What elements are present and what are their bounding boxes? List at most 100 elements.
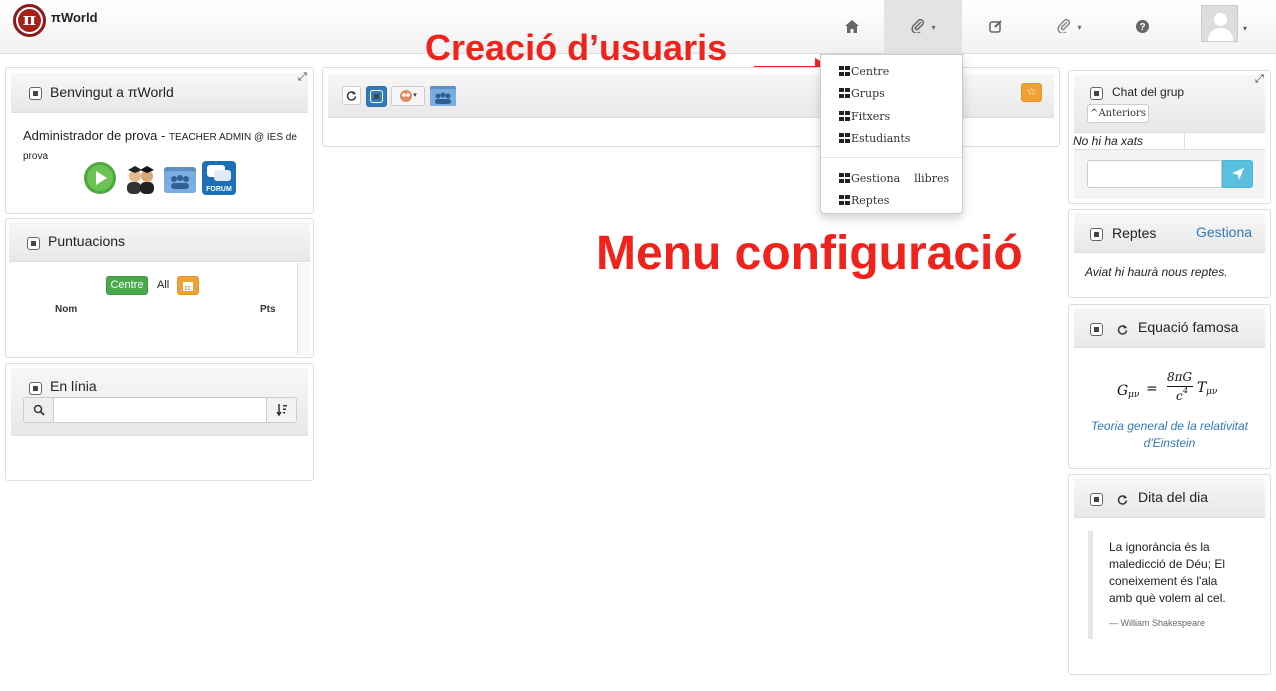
filter-all-link[interactable]: All: [157, 279, 169, 291]
edit-icon: [989, 17, 1003, 34]
panel-title: Equació famosa: [1138, 319, 1239, 335]
pi-logo-letter: π: [18, 9, 41, 32]
play-icon[interactable]: [83, 161, 117, 195]
chat-panel-header: Chat del grup ^Anteriors: [1074, 75, 1265, 133]
manage-challenges-link[interactable]: Gestiona: [1196, 224, 1252, 240]
pi-logo[interactable]: π: [13, 4, 46, 37]
collapse-icon[interactable]: [1090, 87, 1103, 100]
collapse-icon[interactable]: [1090, 493, 1103, 506]
nav-edit[interactable]: [957, 0, 1035, 54]
chevron-down-icon: ▾: [413, 92, 417, 99]
menu-divider: [821, 157, 962, 158]
grid-icon: [839, 88, 850, 98]
collapse-icon[interactable]: [29, 382, 42, 395]
nav-attachments-menu[interactable]: ▾: [1030, 0, 1108, 54]
scores-panel-header: Puntuacions: [9, 222, 310, 262]
grid-icon: [839, 111, 850, 121]
quote-panel: Dita del dia La ignorància és la maledic…: [1068, 474, 1271, 675]
nav-config-menu[interactable]: ▾: [884, 0, 962, 54]
quote-border: [1088, 531, 1093, 639]
quote-panel-header: Dita del dia: [1074, 478, 1265, 518]
online-panel: En línia: [5, 363, 314, 481]
welcome-panel-header: Benvingut a πWorld: [11, 73, 308, 113]
refresh-icon[interactable]: [1114, 321, 1131, 338]
online-search-group: [23, 397, 297, 423]
nav-help[interactable]: ?: [1103, 0, 1181, 54]
scrollbar[interactable]: [297, 263, 311, 355]
grid-icon: [839, 195, 850, 205]
challenges-panel: Reptes Gestiona Aviat hi haurà nous rept…: [1068, 209, 1271, 298]
refresh-icon[interactable]: [1114, 491, 1131, 508]
forum-label: FORUM: [206, 186, 232, 193]
panel-title: Reptes: [1112, 225, 1157, 241]
panel-title: En línia: [50, 378, 97, 394]
welcome-panel: Benvingut a πWorld ⤢ Administrador de pr…: [5, 67, 314, 214]
panel-title: Chat del grup: [1112, 85, 1185, 99]
challenges-panel-header: Reptes Gestiona: [1074, 213, 1265, 253]
calendar-icon[interactable]: [177, 276, 199, 295]
equation-panel-header: Equació famosa: [1074, 308, 1265, 348]
online-panel-header: En línia: [11, 368, 308, 436]
chat-empty-text: No hi ha xats: [1073, 134, 1144, 148]
column-header-pts: Pts: [260, 304, 276, 315]
chat-message-input[interactable]: [1087, 160, 1222, 188]
config-dropdown-menu: Centre Grups Fitxers Estudiants Gestiona…: [820, 54, 963, 214]
collapse-icon[interactable]: [27, 237, 40, 250]
forum-icon[interactable]: FORUM: [202, 161, 236, 195]
group-folder-icon[interactable]: [163, 161, 197, 195]
previous-messages-button[interactable]: ^Anteriors: [1087, 104, 1149, 123]
menu-item-fitxers[interactable]: Fitxers: [839, 110, 890, 123]
paperclip-icon-2: [1056, 17, 1075, 35]
expand-icon[interactable]: ⤢: [298, 71, 307, 84]
scores-panel: Puntuacions Centre All Nom Pts: [5, 218, 314, 358]
collapse-icon[interactable]: [1090, 228, 1103, 241]
equation-formula: G μν = 8πG c 4 T μν: [1117, 370, 1218, 403]
collapse-toggle-icon[interactable]: [366, 86, 387, 107]
group-folder-icon[interactable]: [429, 83, 457, 107]
annotation-config-menu: Menu configuració: [596, 227, 1023, 280]
equation-panel: Equació famosa G μν = 8πG c 4 T μν Teori…: [1068, 304, 1271, 469]
quote-text: La ignorància és la maledicció de Déu; E…: [1109, 540, 1226, 605]
sort-icon[interactable]: [266, 398, 296, 422]
filter-centre-button[interactable]: Centre: [106, 276, 148, 295]
menu-item-centre[interactable]: Centre: [839, 65, 889, 78]
challenges-text: Aviat hi haurà nous reptes.: [1085, 265, 1228, 279]
collapse-icon[interactable]: [29, 87, 42, 100]
panel-title: Dita del dia: [1138, 489, 1209, 505]
menu-item-reptes[interactable]: Reptes: [839, 194, 889, 207]
paperclip-icon: [910, 17, 929, 35]
online-search-input[interactable]: [55, 398, 266, 422]
help-icon: ?: [1135, 17, 1149, 33]
chat-panel: Chat del grup ^Anteriors ⤢ No hi ha xats: [1068, 70, 1271, 204]
home-icon: [845, 17, 859, 33]
chat-divider: [1184, 133, 1185, 149]
grid-icon: [839, 173, 850, 183]
chevron-down-icon[interactable]: ▾: [1243, 24, 1247, 33]
refresh-icon[interactable]: [342, 86, 361, 105]
collapse-icon: [370, 90, 383, 103]
nav-home[interactable]: [813, 0, 891, 54]
avatar[interactable]: [1201, 5, 1238, 42]
send-icon[interactable]: [1222, 160, 1253, 188]
brand-name[interactable]: πWorld: [51, 10, 98, 25]
grid-icon: [839, 66, 850, 76]
menu-item-grups[interactable]: Grups: [839, 87, 885, 100]
star-button[interactable]: ☆: [1021, 83, 1042, 102]
menu-item-gestiona-llibres[interactable]: Gestiona llibres: [839, 172, 949, 185]
column-header-name: Nom: [55, 304, 78, 315]
chevron-down-icon: ▾: [931, 23, 936, 32]
panel-title: Benvingut a πWorld: [50, 84, 174, 100]
expand-icon[interactable]: ⤢: [1255, 73, 1264, 86]
panel-title: Puntuacions: [48, 233, 126, 249]
chat-input-area: [1074, 149, 1265, 199]
chevron-down-icon: ▾: [1077, 23, 1082, 32]
user-info: Administrador de prova - TEACHER ADMIN @…: [23, 128, 297, 162]
graduates-icon[interactable]: [124, 161, 158, 195]
collapse-icon[interactable]: [1090, 323, 1103, 336]
grid-icon: [839, 133, 850, 143]
search-icon: [24, 398, 54, 422]
equation-caption-link[interactable]: Teoria general de la relativitat d'Einst…: [1077, 418, 1262, 452]
annotation-user-creation: Creació d’usuaris: [425, 27, 728, 68]
menu-item-estudiants[interactable]: Estudiants: [839, 132, 910, 145]
owl-selector[interactable]: ▾: [391, 86, 425, 106]
